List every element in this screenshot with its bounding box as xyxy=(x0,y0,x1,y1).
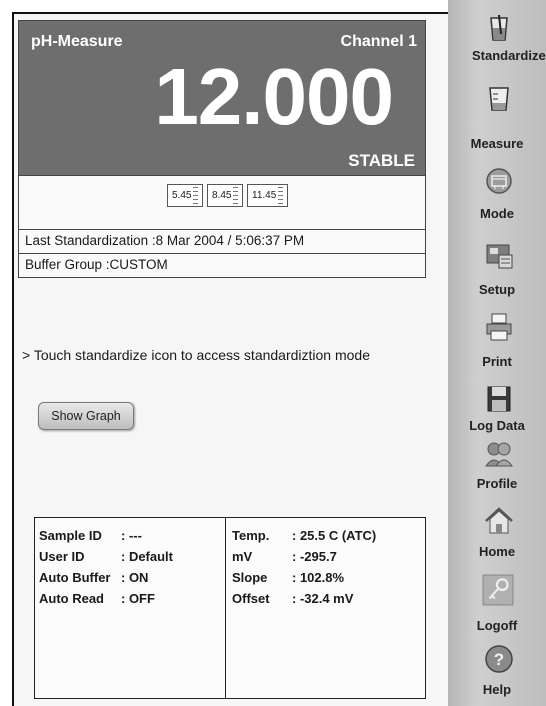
floppy-disk-icon xyxy=(487,386,511,412)
detail-row: mV : -295.7 xyxy=(232,549,425,570)
detail-row: Sample ID : --- xyxy=(39,528,225,549)
detail-row: Offset : -32.4 mV xyxy=(232,591,425,612)
sidebar-item-mode[interactable]: Mode xyxy=(448,160,546,230)
ph-reading: 12.000 xyxy=(154,52,394,141)
sidebar-item-help[interactable]: ? Help xyxy=(448,642,546,706)
detail-value: : Default xyxy=(121,549,173,564)
detail-value: : 25.5 C (ATC) xyxy=(292,528,377,543)
scale-icon xyxy=(233,187,239,204)
detail-label: Auto Read xyxy=(39,591,104,606)
detail-value: : 102.8% xyxy=(292,570,345,585)
printer-icon xyxy=(486,313,512,341)
sidebar: Standardize Measure Mode Setup Print Log… xyxy=(448,0,546,706)
sidebar-item-label: Standardize xyxy=(472,48,546,63)
detail-row: User ID : Default xyxy=(39,549,225,570)
detail-value: : OFF xyxy=(121,591,155,606)
sidebar-item-label: Logoff xyxy=(476,618,518,633)
details-left-column: Sample ID : --- User ID : Default Auto Bu… xyxy=(35,518,226,698)
hint-text: > Touch standardize icon to access stand… xyxy=(22,347,371,363)
buffer-indicator: 8.45 xyxy=(207,184,244,207)
buffer-indicator-strip: 5.45 8.45 11.45 xyxy=(18,176,426,230)
sidebar-item-home[interactable]: Home xyxy=(448,502,546,572)
sidebar-item-print[interactable]: Print xyxy=(448,308,546,378)
sidebar-item-label: Home xyxy=(478,544,516,559)
detail-label: Auto Buffer xyxy=(39,570,111,585)
detail-value: : -295.7 xyxy=(292,549,337,564)
sidebar-item-label: Log Data xyxy=(469,418,525,433)
sidebar-item-measure[interactable]: Measure xyxy=(448,78,546,151)
sidebar-item-label: Print xyxy=(482,354,512,369)
sidebar-item-profile[interactable]: Profile xyxy=(448,436,546,506)
buffer-value: 11.45 xyxy=(252,190,277,201)
details-right-column: Temp. : 25.5 C (ATC) mV : -295.7 Slope : 10… xyxy=(226,518,425,698)
buffer-value: 5.45 xyxy=(172,190,192,201)
show-graph-button[interactable]: Show Graph xyxy=(38,402,134,430)
detail-row: Auto Read : OFF xyxy=(39,591,225,612)
sidebar-item-label: Profile xyxy=(476,476,518,491)
detail-label: Slope xyxy=(232,570,268,585)
help-icon: ? xyxy=(485,645,513,673)
detail-value: : --- xyxy=(121,528,142,543)
last-standardization: Last Standardization :8 Mar 2004 / 5:06:… xyxy=(18,230,426,254)
beaker-standardize-icon xyxy=(490,14,508,41)
buffer-indicator: 11.45 xyxy=(247,184,289,207)
home-icon xyxy=(485,507,513,534)
detail-row: Auto Buffer : ON xyxy=(39,570,225,591)
buffer-value: 8.45 xyxy=(212,190,232,201)
buffer-group: Buffer Group :CUSTOM xyxy=(18,254,426,278)
detail-row: Temp. : 25.5 C (ATC) xyxy=(232,528,425,549)
detail-label: Sample ID xyxy=(39,528,102,543)
detail-value: : -32.4 mV xyxy=(292,591,354,606)
sidebar-item-label: Measure xyxy=(470,136,524,151)
sidebar-item-setup[interactable]: Setup xyxy=(448,236,546,306)
sidebar-item-logoff[interactable]: Logoff xyxy=(448,572,546,642)
detail-label: Temp. xyxy=(232,528,270,543)
buffer-indicator: 5.45 xyxy=(167,184,204,207)
detail-label: Offset xyxy=(232,591,270,606)
sidebar-item-standardize[interactable]: Standardize xyxy=(448,8,546,78)
stability-status: STABLE xyxy=(348,151,415,170)
detail-value: : ON xyxy=(121,570,149,585)
scale-icon xyxy=(278,187,284,204)
sidebar-item-label: Mode xyxy=(480,206,514,221)
detail-label: mV xyxy=(232,549,253,564)
measurement-panel: pH-Measure Channel 1 12.000 STABLE xyxy=(18,20,426,176)
svg-text:?: ? xyxy=(494,650,504,669)
scale-icon xyxy=(193,187,199,204)
mode-icon xyxy=(486,168,512,194)
users-icon xyxy=(485,442,513,467)
sidebar-item-label: Setup xyxy=(478,282,516,297)
detail-row: Slope : 102.8% xyxy=(232,570,425,591)
beaker-measure-icon xyxy=(489,87,509,111)
key-icon xyxy=(482,574,514,606)
sidebar-item-label: Help xyxy=(482,682,512,697)
detail-label: User ID xyxy=(39,549,85,564)
measurement-title: pH-Measure xyxy=(31,33,123,50)
details-table: Sample ID : --- User ID : Default Auto Bu… xyxy=(34,517,426,699)
setup-icon xyxy=(486,244,513,269)
channel-label: Channel 1 xyxy=(340,33,417,50)
